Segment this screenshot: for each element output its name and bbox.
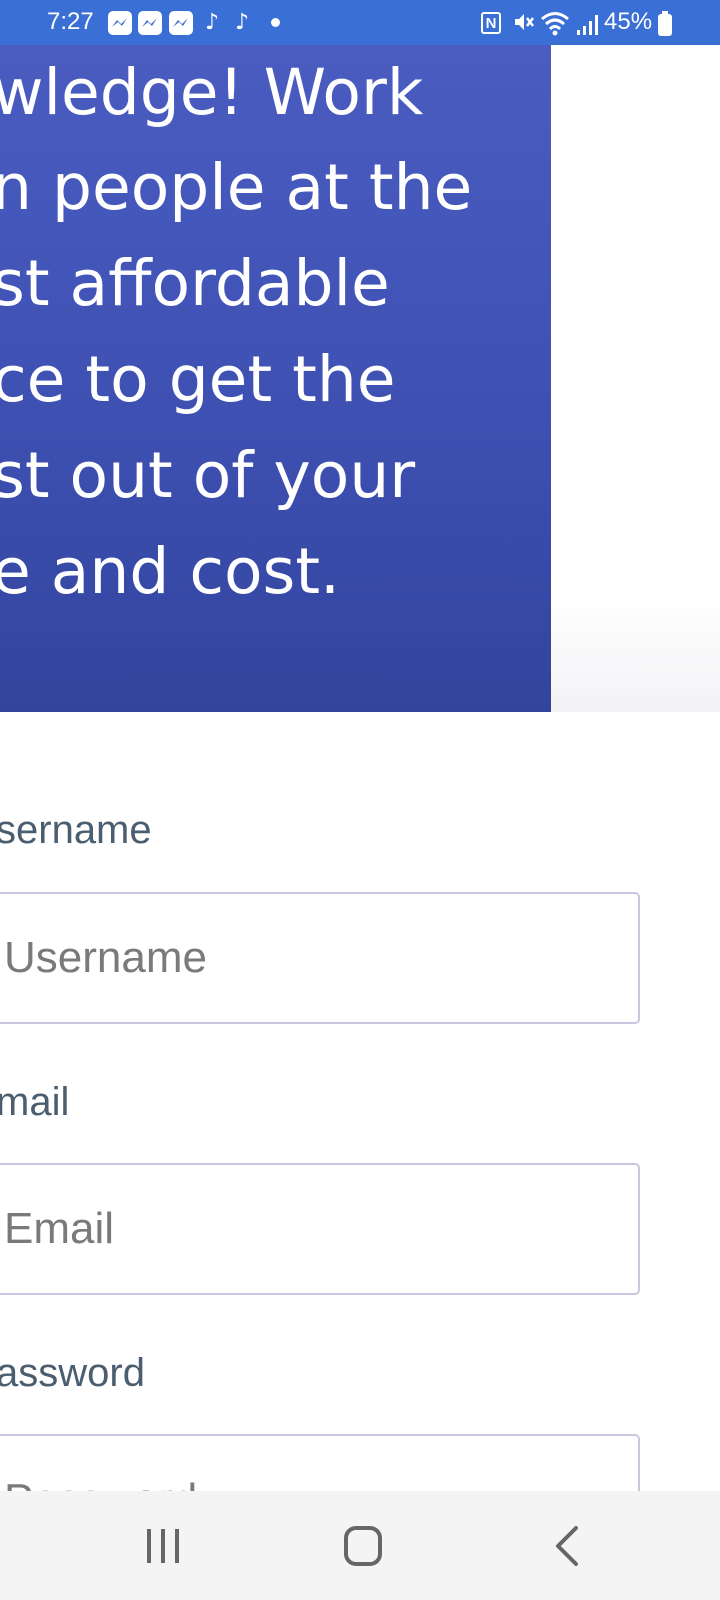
home-icon[interactable]	[333, 1521, 393, 1571]
battery-percent: 45%	[604, 8, 653, 35]
messenger-icon	[138, 11, 162, 35]
username-label: sername	[0, 808, 152, 852]
email-field[interactable]	[0, 1163, 640, 1295]
hero-text-line: st affordable	[0, 247, 390, 320]
recent-apps-icon[interactable]	[133, 1521, 193, 1571]
signal-icon	[577, 15, 598, 35]
email-label: mail	[0, 1080, 70, 1124]
hero-text-line: wledge! Work	[0, 56, 424, 129]
username-field[interactable]	[0, 892, 640, 1024]
username-input[interactable]	[4, 894, 604, 1022]
wifi-icon	[541, 12, 569, 36]
hero-text-line: st out of your	[0, 439, 416, 512]
hero-text-line: e and cost.	[0, 535, 341, 608]
password-label: assword	[0, 1351, 145, 1395]
more-notifications-icon	[271, 18, 280, 27]
email-input[interactable]	[4, 1165, 604, 1293]
status-bar: 7:27 ♪ ♪ N 45%	[0, 0, 720, 45]
tiktok-icon: ♪	[234, 10, 250, 35]
hero-text-line: n people at the	[0, 151, 473, 224]
hero-banner: wledge! Work n people at the st affordab…	[0, 45, 551, 712]
system-nav-bar	[0, 1491, 720, 1600]
hero-side-panel	[551, 45, 720, 712]
messenger-icon	[169, 11, 193, 35]
status-time: 7:27	[47, 8, 94, 35]
battery-icon	[658, 11, 672, 36]
nfc-icon: N	[481, 12, 501, 34]
hero-text-line: ce to get the	[0, 343, 396, 416]
back-icon[interactable]	[538, 1521, 598, 1571]
mute-icon	[515, 14, 534, 30]
tiktok-icon: ♪	[204, 10, 220, 35]
messenger-icon	[108, 11, 132, 35]
